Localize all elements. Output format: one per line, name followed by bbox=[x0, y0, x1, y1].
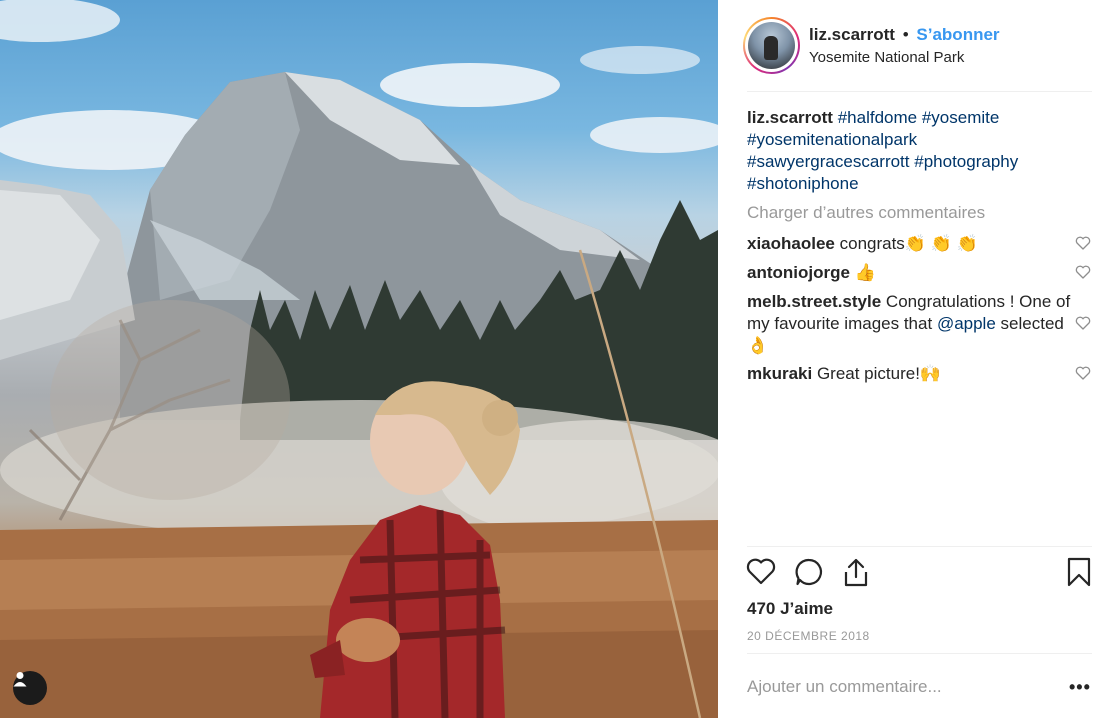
likes-count[interactable]: 470 J’aime bbox=[747, 599, 833, 619]
post-photo[interactable] bbox=[0, 0, 718, 718]
avatar[interactable] bbox=[743, 17, 800, 74]
comment: melb.street.style Congratulations ! One … bbox=[747, 291, 1077, 357]
bookmark-icon[interactable] bbox=[1066, 557, 1092, 587]
more-options-button[interactable]: ••• bbox=[1069, 677, 1091, 698]
avatar-image bbox=[748, 22, 795, 69]
comment-bubble-icon[interactable] bbox=[794, 557, 824, 587]
add-comment-input[interactable]: Ajouter un commentaire... bbox=[747, 677, 942, 697]
comment-mention-link[interactable]: @apple bbox=[937, 314, 996, 333]
tagged-user-button[interactable] bbox=[13, 671, 47, 705]
comment-box-divider bbox=[747, 653, 1092, 654]
comment-like-heart-icon[interactable] bbox=[1075, 265, 1091, 279]
hashtag[interactable]: #shotoniphone bbox=[747, 174, 859, 193]
comment: antoniojorge 👍 bbox=[747, 262, 1077, 284]
post-header: liz.scarrott • S’abonner Yosemite Nation… bbox=[743, 17, 1093, 75]
comment-username[interactable]: antoniojorge bbox=[747, 263, 850, 282]
hashtag[interactable]: #photography bbox=[914, 152, 1018, 171]
yosemite-photo-illustration bbox=[0, 0, 718, 718]
post-side-panel: liz.scarrott • S’abonner Yosemite Nation… bbox=[718, 0, 1120, 718]
comment-like-heart-icon[interactable] bbox=[1075, 236, 1091, 250]
location-link[interactable]: Yosemite National Park bbox=[809, 49, 964, 66]
share-icon[interactable] bbox=[842, 557, 870, 587]
hashtag[interactable]: #yosemitenationalpark bbox=[747, 130, 917, 149]
comment-username[interactable]: mkuraki bbox=[747, 364, 812, 383]
follow-button[interactable]: S’abonner bbox=[916, 25, 999, 44]
comment: xiaohaolee congrats👏 👏 👏 bbox=[747, 233, 1077, 255]
comment-text: 👍 bbox=[854, 263, 876, 282]
user-tag-icon bbox=[13, 672, 27, 687]
action-bar bbox=[746, 557, 1094, 591]
comment-text: Great picture!🙌 bbox=[816, 364, 942, 383]
caption-username[interactable]: liz.scarrott bbox=[747, 108, 833, 127]
post-date[interactable]: 20 DÉCEMBRE 2018 bbox=[747, 629, 870, 643]
header-separator: • bbox=[902, 25, 909, 44]
comment: mkuraki Great picture!🙌 bbox=[747, 363, 1077, 385]
hashtag[interactable]: #sawyergracescarrott bbox=[747, 152, 910, 171]
header-username[interactable]: liz.scarrott bbox=[809, 25, 895, 44]
heart-icon[interactable] bbox=[746, 557, 776, 585]
hashtag[interactable]: #halfdome bbox=[838, 108, 917, 127]
actions-divider bbox=[747, 546, 1092, 547]
post-caption: liz.scarrott #halfdome #yosemite #yosemi… bbox=[747, 107, 1077, 195]
comment-like-heart-icon[interactable] bbox=[1075, 316, 1091, 330]
hashtag[interactable]: #yosemite bbox=[922, 108, 999, 127]
load-more-comments-button[interactable]: Charger d’autres commentaires bbox=[747, 203, 985, 223]
comment-username[interactable]: melb.street.style bbox=[747, 292, 881, 311]
comment-like-heart-icon[interactable] bbox=[1075, 366, 1091, 380]
comment-text: congrats👏 👏 👏 bbox=[839, 234, 978, 253]
header-divider bbox=[747, 91, 1092, 92]
header-user-line: liz.scarrott • S’abonner bbox=[809, 25, 1000, 45]
comment-username[interactable]: xiaohaolee bbox=[747, 234, 835, 253]
